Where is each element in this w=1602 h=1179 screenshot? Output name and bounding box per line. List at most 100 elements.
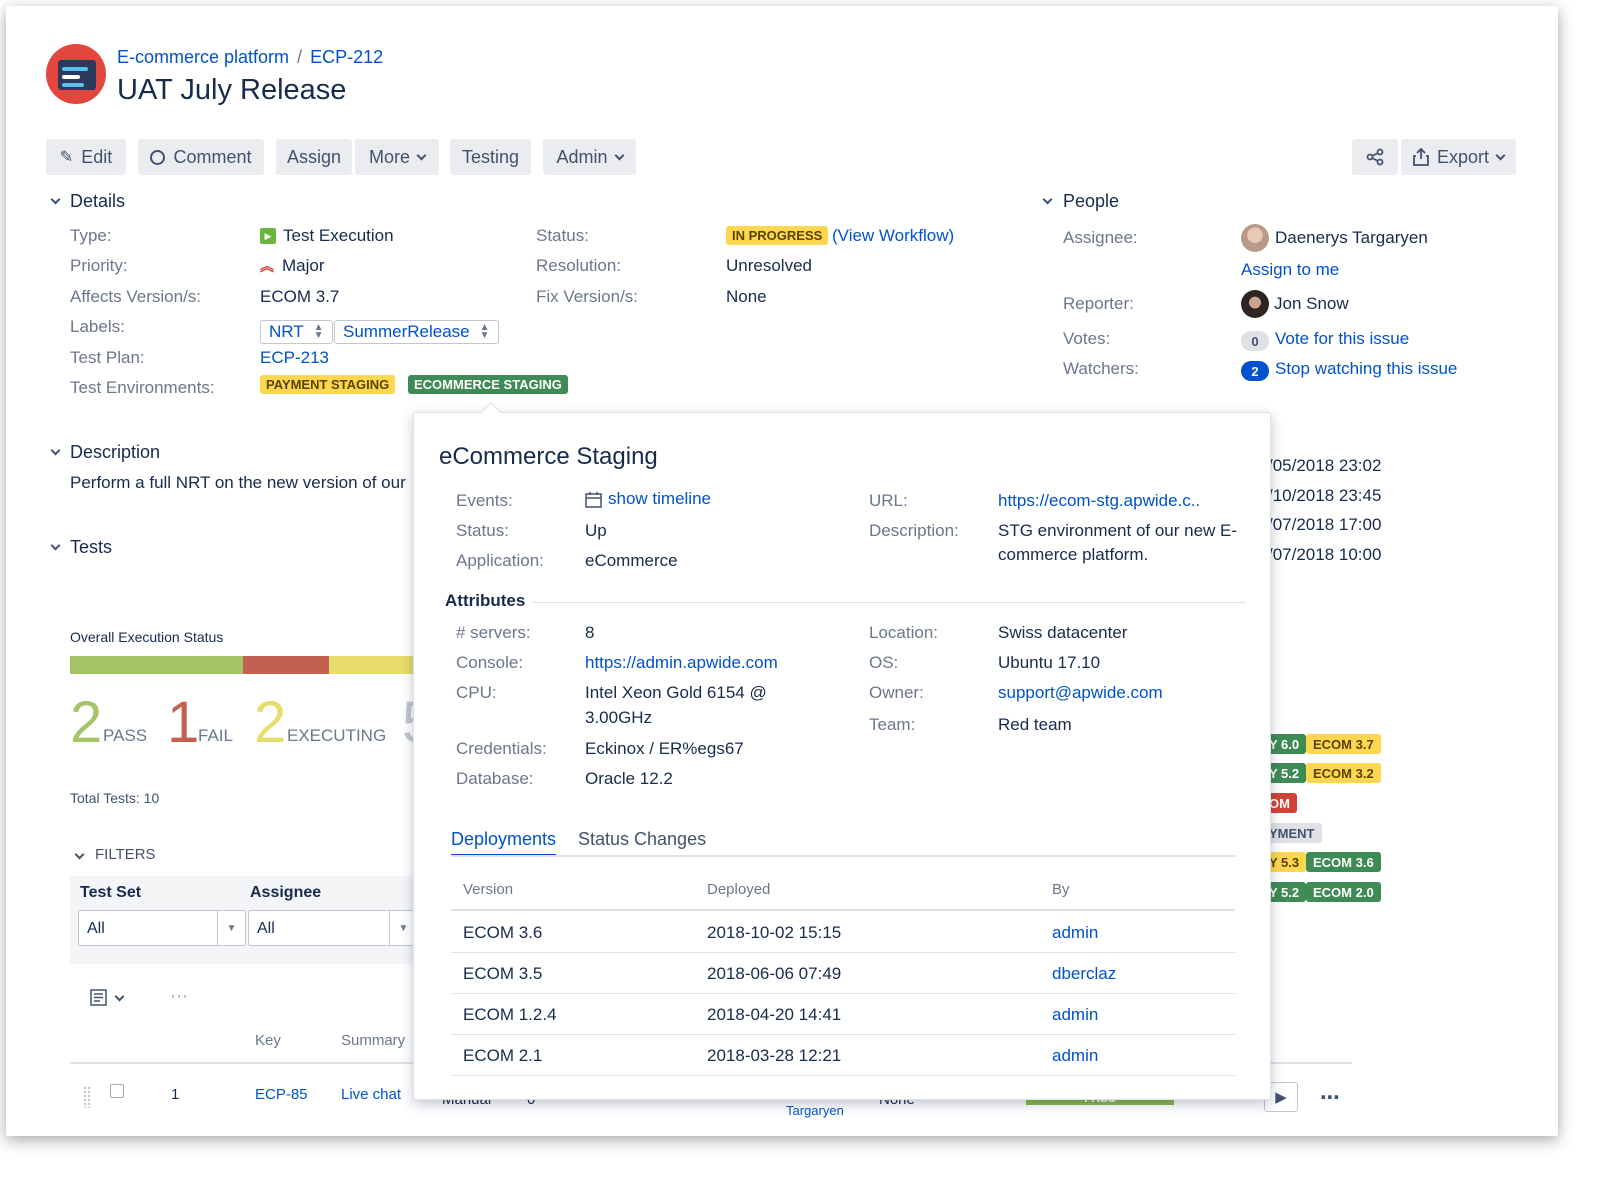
more-button[interactable]: More	[355, 139, 439, 175]
header-deployed: Deployed	[707, 881, 771, 898]
watchers-count-badge: 2	[1241, 361, 1269, 381]
column-settings-button[interactable]	[90, 988, 125, 1008]
reporter-name[interactable]: Jon Snow	[1274, 294, 1349, 314]
watchers-label: Watchers:	[1063, 359, 1139, 378]
location-value: Swiss datacenter	[998, 623, 1128, 642]
type-value: ▶ Test Execution	[260, 226, 394, 246]
deployed-by-link[interactable]: admin	[1052, 1005, 1098, 1025]
affects-version-label: Affects Version/s:	[70, 287, 202, 306]
comment-icon	[150, 149, 166, 165]
tab-deployments[interactable]: Deployments	[451, 829, 557, 857]
details-collapse-icon[interactable]	[50, 194, 61, 205]
assignee-label: Assignee:	[1063, 228, 1138, 247]
edit-button[interactable]: ✎ Edit	[46, 139, 126, 175]
deployed-by-link[interactable]: admin	[1052, 923, 1098, 943]
database-value: Oracle 12.2	[585, 769, 673, 788]
share-button[interactable]	[1352, 139, 1398, 175]
project-avatar[interactable]	[46, 44, 106, 104]
sort-icon: ▲ ▼	[479, 322, 490, 341]
env-lozenge-payment-staging[interactable]: PAYMENT STAGING	[260, 375, 396, 394]
pencil-icon: ✎	[59, 149, 74, 166]
environment-popup: eCommerce Staging Events: show timeline …	[413, 402, 1271, 1100]
test-set-select[interactable]: All ▼	[78, 910, 246, 946]
attributes-heading: Attributes	[445, 591, 526, 610]
team-value: Red team	[998, 715, 1072, 734]
assignee-select-value: All	[257, 920, 275, 937]
label-tag-nrt[interactable]: NRT ▲ ▼	[260, 320, 333, 344]
breadcrumb: E-commerce platform / ECP-212	[117, 47, 383, 68]
column-header-key[interactable]: Key	[255, 1032, 281, 1049]
watch-link[interactable]: Stop watching this issue	[1275, 359, 1457, 379]
pass-word: PASS	[103, 726, 148, 745]
type-label: Type:	[70, 226, 112, 245]
assign-to-me-link[interactable]: Assign to me	[1241, 260, 1339, 280]
play-icon: ▶	[1275, 1089, 1287, 1106]
more-actions-icon[interactable]: ⋯	[170, 986, 188, 1007]
fix-version-value: None	[726, 287, 767, 306]
drag-handle-icon[interactable]	[83, 1086, 91, 1108]
people-heading: People	[1063, 191, 1120, 211]
priority-major-icon: ︽	[260, 258, 274, 274]
column-header-summary[interactable]: Summary	[341, 1032, 405, 1049]
votes-label: Votes:	[1063, 329, 1111, 348]
view-workflow-link[interactable]: (View Workflow)	[832, 226, 954, 246]
console-link[interactable]: https://admin.apwide.com	[585, 653, 778, 673]
calendar-icon	[585, 491, 602, 508]
env-lozenge-ecommerce-staging[interactable]: ECOMMERCE STAGING	[408, 375, 568, 394]
assignee-name[interactable]: Daenerys Targaryen	[1275, 228, 1428, 248]
description-collapse-icon[interactable]	[50, 445, 61, 456]
test-execution-icon: ▶	[260, 228, 276, 244]
row-assignee: Targaryen	[786, 1103, 844, 1118]
application-label: Application:	[456, 551, 544, 570]
attributes-divider	[532, 602, 1246, 603]
people-collapse-icon[interactable]	[1042, 194, 1053, 205]
more-label: More	[368, 146, 410, 167]
show-timeline-link[interactable]: show timeline	[585, 489, 711, 509]
assignee-select[interactable]: All ▼	[248, 910, 418, 946]
tests-collapse-icon[interactable]	[50, 540, 61, 551]
assign-button[interactable]: Assign	[276, 139, 352, 175]
overall-execution-status-label: Overall Execution Status	[70, 629, 224, 645]
popup-pointer	[481, 402, 501, 422]
test-environments-label: Test Environments:	[70, 378, 215, 397]
filters-collapse-icon[interactable]	[74, 849, 85, 860]
progress-fail-segment	[242, 656, 329, 674]
row-checkbox[interactable]	[110, 1084, 124, 1098]
execution-progress-bar	[70, 656, 415, 674]
deployed-by-link[interactable]: dberclaz	[1052, 964, 1116, 984]
admin-button[interactable]: Admin	[543, 139, 636, 175]
progress-executing-segment	[328, 656, 415, 674]
row-key-link[interactable]: ECP-85	[255, 1086, 308, 1103]
screenshot-frame: E-commerce platform / ECP-212 UAT July R…	[6, 6, 1558, 1136]
cpu-label: CPU:	[456, 683, 497, 702]
executing-count: 2	[254, 690, 287, 755]
export-icon	[1413, 148, 1429, 166]
vote-link[interactable]: Vote for this issue	[1275, 329, 1409, 349]
tab-status-changes[interactable]: Status Changes	[578, 829, 706, 850]
owner-link[interactable]: support@apwide.com	[998, 683, 1163, 703]
url-link[interactable]: https://ecom-stg.apwide.c..	[998, 491, 1200, 511]
export-button[interactable]: Export	[1401, 139, 1516, 175]
breadcrumb-issue-key[interactable]: ECP-212	[310, 47, 383, 68]
comment-button[interactable]: Comment	[138, 139, 264, 175]
breadcrumb-project[interactable]: E-commerce platform	[117, 47, 289, 68]
deployed-by-link[interactable]: admin	[1052, 1046, 1098, 1066]
total-tests: Total Tests: 10	[70, 790, 160, 806]
row-summary-link[interactable]: Live chat	[341, 1086, 401, 1103]
servers-label: # servers:	[456, 623, 531, 642]
env-version-lozenge: ECOM 2.0	[1306, 882, 1381, 902]
testing-button[interactable]: Testing	[450, 139, 531, 175]
assignee-avatar	[1241, 224, 1269, 252]
header-by: By	[1052, 881, 1070, 898]
filters-label: FILTERS	[95, 846, 156, 863]
fail-count: 1	[167, 690, 200, 755]
votes-count-badge: 0	[1241, 331, 1269, 351]
env-version-lozenge: ECOM 3.6	[1306, 852, 1381, 872]
test-plan-link[interactable]: ECP-213	[260, 348, 329, 368]
row-more-icon[interactable]: ⋯	[1320, 1085, 1340, 1110]
database-label: Database:	[456, 769, 534, 788]
chevron-down-icon	[614, 150, 624, 160]
label-tag-summerrelease[interactable]: SummerRelease ▲ ▼	[334, 320, 499, 344]
servers-value: 8	[585, 623, 595, 642]
resolution-value: Unresolved	[726, 256, 812, 275]
